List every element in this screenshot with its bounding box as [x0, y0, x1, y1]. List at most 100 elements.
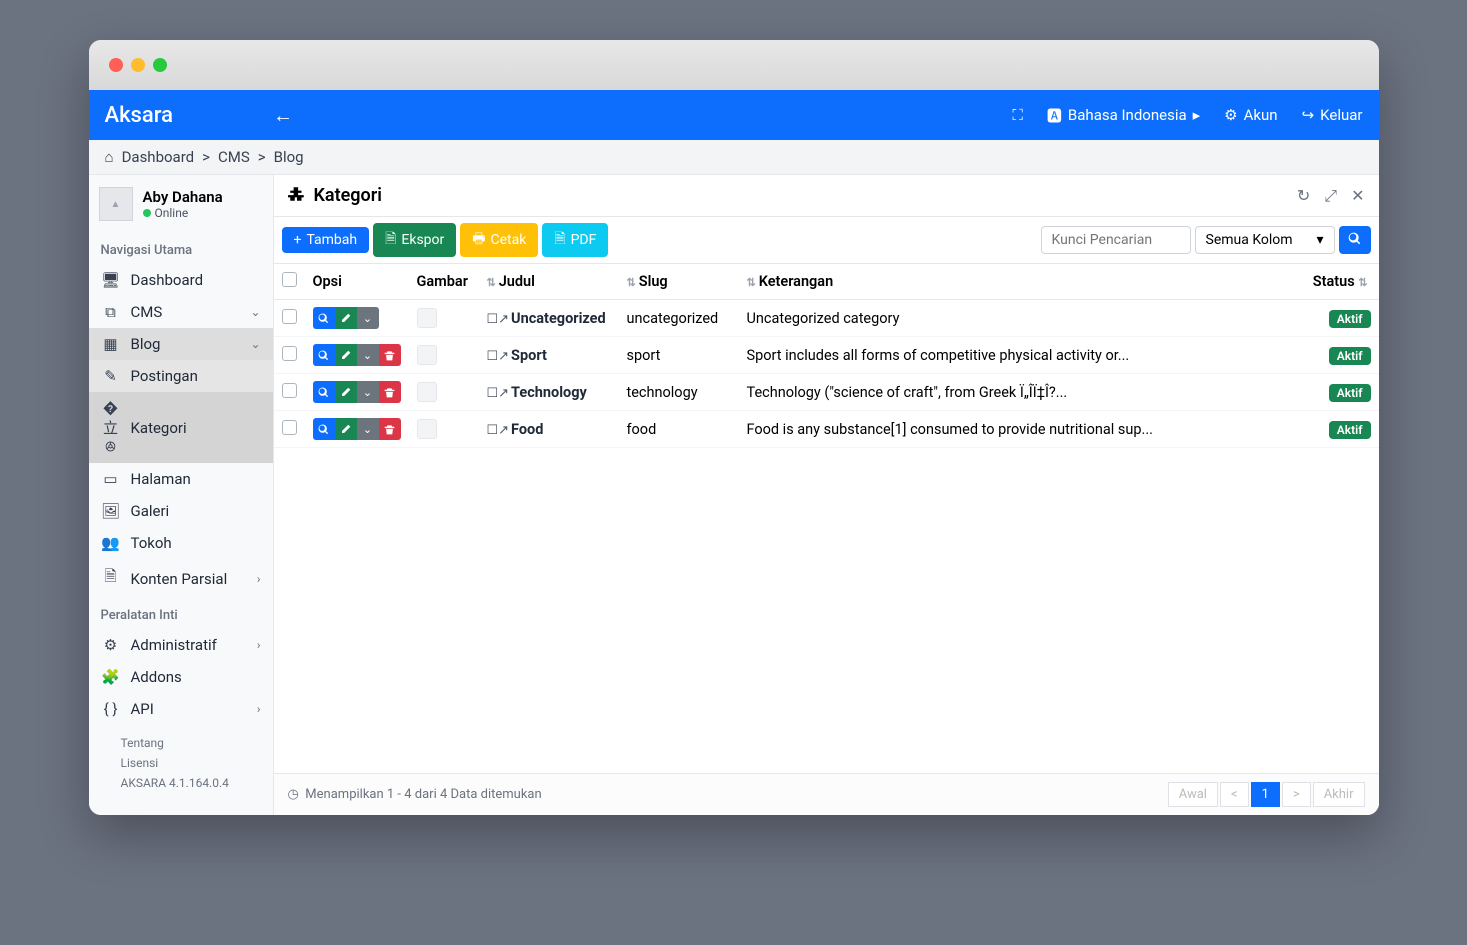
col-opsi[interactable]: Opsi: [305, 264, 409, 300]
status-badge: Aktif: [1329, 384, 1371, 402]
page-prev[interactable]: <: [1220, 782, 1249, 807]
col-judul[interactable]: ⇅Judul: [479, 264, 619, 300]
refresh-icon[interactable]: ↻: [1297, 186, 1310, 206]
ekspor-button[interactable]: 🗎Ekspor: [373, 223, 456, 257]
row-delete-button[interactable]: [379, 381, 401, 403]
row-desc: Technology ("science of craft", from Gre…: [739, 374, 1299, 411]
sitemap-icon: [288, 185, 306, 206]
nav-addons[interactable]: 🧩Addons: [89, 661, 273, 693]
user-block[interactable]: ▲ Aby Dahana Online: [89, 175, 273, 233]
search-input[interactable]: [1041, 226, 1191, 254]
account-menu[interactable]: ⚙ Akun: [1224, 106, 1277, 124]
image-placeholder: [417, 382, 437, 402]
footer-bar: ◷ Menampilkan 1 - 4 dari 4 Data ditemuka…: [274, 773, 1379, 815]
nav-administratif[interactable]: ⚙Administratif›: [89, 629, 273, 661]
row-checkbox[interactable]: [282, 383, 297, 398]
chevron-right-icon: ›: [257, 638, 261, 652]
close-window-icon[interactable]: [109, 58, 123, 72]
row-delete-button[interactable]: [379, 344, 401, 366]
row-checkbox[interactable]: [282, 420, 297, 435]
page-next[interactable]: >: [1282, 782, 1311, 807]
row-checkbox[interactable]: [282, 309, 297, 324]
page-last[interactable]: Akhir: [1313, 782, 1365, 807]
col-slug[interactable]: ⇅Slug: [619, 264, 739, 300]
tambah-button[interactable]: +Tambah: [282, 227, 370, 253]
expand-icon[interactable]: ⤢: [1324, 186, 1337, 206]
nav-halaman[interactable]: ▭Halaman: [89, 463, 273, 495]
close-icon[interactable]: ✕: [1351, 186, 1364, 206]
column-select[interactable]: Semua Kolom▾: [1195, 226, 1335, 254]
row-edit-button[interactable]: [335, 344, 357, 366]
select-all-checkbox[interactable]: [282, 272, 297, 287]
nav-konten-parsial[interactable]: 🗎Konten Parsial›: [89, 559, 273, 598]
row-slug: sport: [619, 337, 739, 374]
language-switcher[interactable]: 🅰 Bahasa Indonesia ▸: [1047, 105, 1200, 126]
row-edit-button[interactable]: [335, 418, 357, 440]
page-first[interactable]: Awal: [1168, 782, 1218, 807]
link-tentang[interactable]: Tentang: [101, 733, 261, 753]
row-view-button[interactable]: [313, 344, 335, 366]
blog-icon: ▦: [101, 335, 121, 353]
row-title[interactable]: Uncategorized: [511, 310, 606, 327]
nav-section-tools: Peralatan Inti: [89, 598, 273, 629]
pdf-button[interactable]: 🗎PDF: [542, 223, 608, 257]
maximize-window-icon[interactable]: [153, 58, 167, 72]
row-title[interactable]: Technology: [511, 384, 587, 401]
row-view-button[interactable]: [313, 307, 335, 329]
topbar: Aksara ← ⛶ 🅰 Bahasa Indonesia ▸ ⚙ Akun ↪…: [89, 90, 1379, 140]
sort-icon: ⇅: [1358, 276, 1367, 289]
page-1[interactable]: 1: [1251, 782, 1280, 807]
row-dropdown-button[interactable]: ⌄: [357, 344, 379, 366]
nav-blog[interactable]: ▦Blog⌄: [89, 328, 273, 360]
data-table: Opsi Gambar ⇅Judul ⇅Slug ⇅Keterangan Sta…: [274, 264, 1379, 773]
col-gambar[interactable]: Gambar: [409, 264, 479, 300]
logout-button[interactable]: ↪ Keluar: [1302, 106, 1363, 124]
row-title[interactable]: Sport: [511, 347, 547, 364]
link-lisensi[interactable]: Lisensi: [101, 753, 261, 773]
breadcrumb-dashboard[interactable]: Dashboard: [122, 148, 195, 166]
row-checkbox[interactable]: [282, 346, 297, 361]
main-content: Kategori ↻ ⤢ ✕ +Tambah 🗎Ekspor 🖶Cetak 🗎P…: [274, 175, 1379, 815]
external-link-icon: ☐↗: [487, 349, 510, 364]
cetak-button[interactable]: 🖶Cetak: [460, 223, 538, 257]
nav-postingan[interactable]: ✎Postingan: [89, 360, 273, 392]
sidebar-footer: Tentang Lisensi AKSARA 4.1.164.0.4: [89, 725, 273, 801]
brand-logo[interactable]: Aksara: [105, 103, 174, 128]
logout-icon: ↪: [1302, 106, 1315, 124]
breadcrumb-cms[interactable]: CMS: [218, 148, 250, 166]
user-status: Online: [143, 206, 223, 220]
table-row: ⌄☐↗TechnologytechnologyTechnology ("scie…: [274, 374, 1379, 411]
account-label: Akun: [1244, 106, 1278, 124]
minimize-window-icon[interactable]: [131, 58, 145, 72]
sitemap-icon: �立ꔮ: [101, 399, 121, 456]
row-title[interactable]: Food: [511, 421, 543, 438]
row-dropdown-button[interactable]: ⌄: [357, 307, 379, 329]
row-view-button[interactable]: [313, 418, 335, 440]
nav-api[interactable]: { }API›: [89, 693, 273, 725]
user-name: Aby Dahana: [143, 188, 223, 206]
translate-icon: 🅰: [1047, 105, 1062, 126]
dropbox-icon: ⧉: [101, 303, 121, 321]
nav-dashboard[interactable]: 🖥Dashboard: [89, 264, 273, 296]
plus-icon: +: [294, 232, 302, 248]
nav-kategori[interactable]: �立ꔮKategori: [89, 392, 273, 463]
col-keterangan[interactable]: ⇅Keterangan: [739, 264, 1299, 300]
breadcrumb-blog[interactable]: Blog: [274, 148, 304, 166]
row-view-button[interactable]: [313, 381, 335, 403]
row-dropdown-button[interactable]: ⌄: [357, 381, 379, 403]
row-desc: Uncategorized category: [739, 300, 1299, 337]
row-delete-button[interactable]: [379, 418, 401, 440]
back-arrow-icon[interactable]: ←: [273, 103, 293, 128]
users-icon: 👥: [101, 534, 121, 552]
row-edit-button[interactable]: [335, 307, 357, 329]
col-status[interactable]: Status ⇅: [1299, 264, 1379, 300]
app-window: Aksara ← ⛶ 🅰 Bahasa Indonesia ▸ ⚙ Akun ↪…: [89, 40, 1379, 815]
nav-cms[interactable]: ⧉CMS⌄: [89, 296, 273, 328]
fullscreen-toggle[interactable]: ⛶: [1012, 106, 1023, 124]
status-badge: Aktif: [1329, 347, 1371, 365]
row-dropdown-button[interactable]: ⌄: [357, 418, 379, 440]
search-button[interactable]: [1339, 226, 1371, 254]
nav-galeri[interactable]: 🖼Galeri: [89, 495, 273, 527]
row-edit-button[interactable]: [335, 381, 357, 403]
nav-tokoh[interactable]: 👥Tokoh: [89, 527, 273, 559]
